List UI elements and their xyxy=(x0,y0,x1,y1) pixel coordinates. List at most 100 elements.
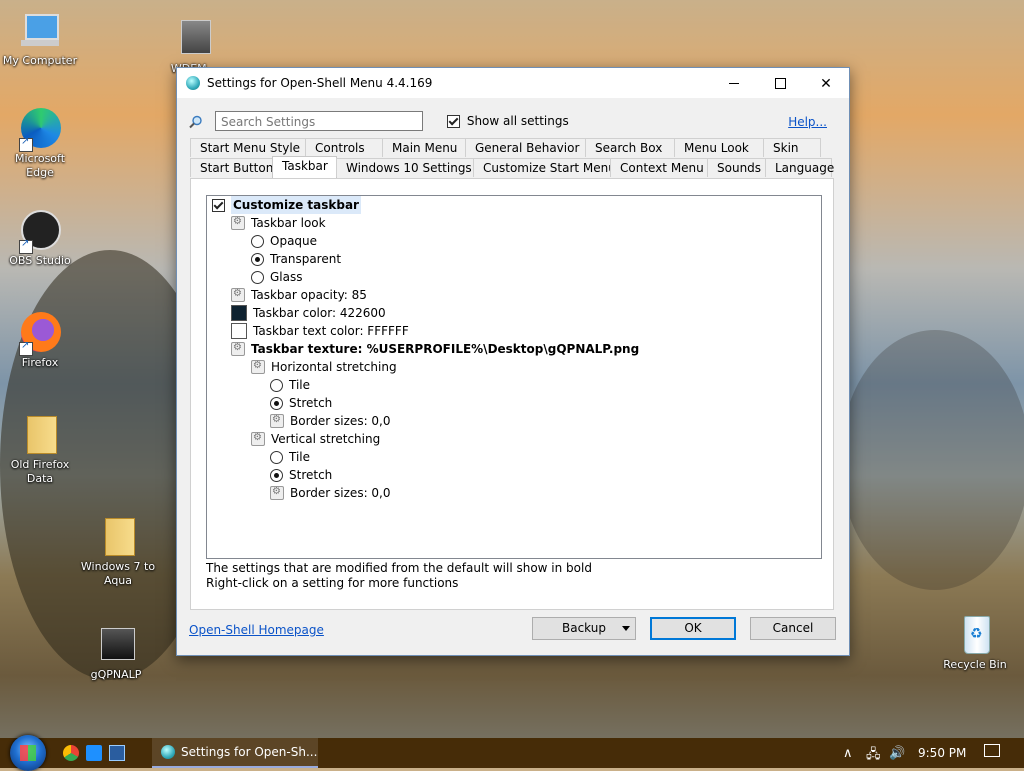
radio-button[interactable] xyxy=(251,252,264,266)
desktop-icon-microsoft-edge[interactable]: Microsoft Edge xyxy=(2,108,78,180)
ok-button[interactable]: OK xyxy=(650,617,736,640)
radio-button[interactable] xyxy=(251,234,264,248)
title-bar[interactable]: Settings for Open-Shell Menu 4.4.169 ✕ xyxy=(177,68,849,98)
radio-button[interactable] xyxy=(270,396,283,410)
tree-item-taskbar-color[interactable]: Taskbar color: 422600 xyxy=(231,304,386,322)
tree-item-vertical-stretching[interactable]: Vertical stretching xyxy=(251,429,380,448)
cancel-button[interactable]: Cancel xyxy=(750,617,836,640)
tree-item-horizontal-border-sizes[interactable]: Border sizes: 0,0 xyxy=(270,411,391,430)
close-button[interactable]: ✕ xyxy=(803,68,849,98)
setting-gear-icon xyxy=(270,483,284,501)
backup-button[interactable]: Backup xyxy=(532,617,636,640)
taskbar: Settings for Open-Sh... ∧ 🖧 🔊 9:50 PM xyxy=(0,735,1024,771)
tab-general-behavior[interactable]: General Behavior xyxy=(465,138,586,157)
radio-button[interactable] xyxy=(270,450,283,464)
desktop-icon-label: OBS Studio xyxy=(9,254,71,267)
tree-item-vertical-border-sizes[interactable]: Border sizes: 0,0 xyxy=(270,483,391,502)
desktop-icon-label: Windows 7 to Aqua xyxy=(80,560,156,587)
minimize-button[interactable] xyxy=(711,68,757,98)
desktop-icon-gqpnalp[interactable]: gQPNALP xyxy=(78,624,154,682)
obs-icon xyxy=(19,210,61,254)
maximize-button[interactable] xyxy=(757,68,803,98)
shortcut-arrow-icon xyxy=(19,340,33,356)
tree-item-customize-taskbar[interactable]: Customize taskbar xyxy=(212,196,361,214)
help-link[interactable]: Help... xyxy=(788,115,827,129)
tab-sounds[interactable]: Sounds xyxy=(707,158,766,177)
desktop-icon-label: Firefox xyxy=(21,356,59,369)
chevron-up-icon[interactable]: ∧ xyxy=(843,745,853,761)
settings-window: Settings for Open-Shell Menu 4.4.169 ✕ S… xyxy=(176,67,850,656)
tree-item-taskbar-look[interactable]: Taskbar look xyxy=(231,213,326,232)
tab-language[interactable]: Language xyxy=(765,158,834,177)
show-all-settings-toggle[interactable]: Show all settings xyxy=(447,114,569,128)
desktop-icon-my-computer[interactable]: My Computer xyxy=(2,10,78,68)
tree-item-opaque[interactable]: Opaque xyxy=(251,232,317,250)
desktop-icon-label: My Computer xyxy=(2,54,78,67)
tree-item-horizontal-stretching[interactable]: Horizontal stretching xyxy=(251,357,397,376)
dropdown-arrow-icon xyxy=(622,626,630,631)
setting-gear-icon xyxy=(231,213,245,231)
settings-tree[interactable]: Customize taskbar Taskbar look Opaque Tr… xyxy=(206,195,822,559)
image-file-icon xyxy=(95,624,137,666)
desktop-icon-recycle-bin[interactable]: ♻ Recycle Bin xyxy=(937,614,1013,672)
radio-button[interactable] xyxy=(270,468,283,482)
tree-item-horizontal-stretch[interactable]: Stretch xyxy=(270,394,332,412)
desktop-icon-windows-7-to-aqua[interactable]: Windows 7 to Aqua xyxy=(80,516,156,588)
control-panel-icon[interactable] xyxy=(109,745,125,761)
start-button[interactable] xyxy=(10,735,46,771)
tree-item-vertical-tile[interactable]: Tile xyxy=(270,448,310,466)
tab-taskbar[interactable]: Taskbar xyxy=(272,156,337,178)
tree-item-horizontal-tile[interactable]: Tile xyxy=(270,376,310,394)
desktop-icon-old-firefox-data[interactable]: Old Firefox Data xyxy=(2,414,78,486)
tree-item-taskbar-text-color[interactable]: Taskbar text color: FFFFFF xyxy=(231,322,409,340)
tree-item-taskbar-opacity[interactable]: Taskbar opacity: 85 xyxy=(231,285,367,304)
checkbox[interactable] xyxy=(212,198,225,212)
app-window-icon[interactable] xyxy=(86,745,102,761)
chrome-icon[interactable] xyxy=(63,745,79,761)
color-swatch[interactable] xyxy=(231,305,247,321)
tab-start-button[interactable]: Start Button xyxy=(190,158,273,177)
shortcut-arrow-icon xyxy=(19,238,33,254)
tab-start-menu-style[interactable]: Start Menu Style xyxy=(190,138,306,157)
notifications-icon[interactable] xyxy=(984,744,1000,757)
backup-label: Backup xyxy=(562,621,606,635)
tab-search-box[interactable]: Search Box xyxy=(585,138,675,157)
note-bold-modified: The settings that are modified from the … xyxy=(206,561,592,575)
tab-menu-look[interactable]: Menu Look xyxy=(674,138,764,157)
desktop-icon-firefox[interactable]: Firefox xyxy=(2,312,78,370)
tab-customize-start-menu[interactable]: Customize Start Menu xyxy=(473,158,616,177)
window-title: Settings for Open-Shell Menu 4.4.169 xyxy=(207,76,433,90)
color-swatch[interactable] xyxy=(231,323,247,339)
tree-item-taskbar-texture[interactable]: Taskbar texture: %USERPROFILE%\Desktop\g… xyxy=(231,339,639,358)
radio-button[interactable] xyxy=(251,270,264,284)
tree-item-glass[interactable]: Glass xyxy=(251,268,303,286)
tab-context-menu[interactable]: Context Menu xyxy=(610,158,708,177)
folder-icon xyxy=(97,516,139,558)
tab-row-2: Start Button Taskbar Windows 10 Settings… xyxy=(190,156,834,178)
desktop-icon-label: Microsoft Edge xyxy=(14,152,66,179)
shortcut-arrow-icon xyxy=(19,136,33,152)
tab-row-1: Start Menu Style Controls Main Menu Gene… xyxy=(190,138,821,158)
show-all-checkbox[interactable] xyxy=(447,115,460,128)
taskbar-task-open-shell-settings[interactable]: Settings for Open-Sh... xyxy=(152,738,318,768)
wallpaper-tree-right xyxy=(840,330,1024,590)
computer-icon xyxy=(19,10,61,52)
network-icon[interactable]: 🖧 xyxy=(866,745,881,767)
firefox-icon xyxy=(19,312,61,356)
volume-icon[interactable]: 🔊 xyxy=(889,745,905,761)
search-input[interactable]: Search Settings xyxy=(215,111,423,131)
setting-gear-icon xyxy=(251,429,265,447)
tab-skin[interactable]: Skin xyxy=(763,138,821,157)
desktop-icon-label: gQPNALP xyxy=(90,668,142,681)
radio-button[interactable] xyxy=(270,378,283,392)
tab-windows-10-settings[interactable]: Windows 10 Settings xyxy=(336,158,474,177)
task-label: Settings for Open-Sh... xyxy=(181,745,318,759)
tree-item-vertical-stretch[interactable]: Stretch xyxy=(270,466,332,484)
tree-item-transparent[interactable]: Transparent xyxy=(251,250,341,268)
desktop-icon-obs-studio[interactable]: OBS Studio xyxy=(2,210,78,268)
clock[interactable]: 9:50 PM xyxy=(918,746,966,760)
tab-controls[interactable]: Controls xyxy=(305,138,383,157)
open-shell-homepage-link[interactable]: Open-Shell Homepage xyxy=(189,623,324,637)
show-all-label: Show all settings xyxy=(466,114,569,128)
tab-main-menu[interactable]: Main Menu xyxy=(382,138,466,157)
